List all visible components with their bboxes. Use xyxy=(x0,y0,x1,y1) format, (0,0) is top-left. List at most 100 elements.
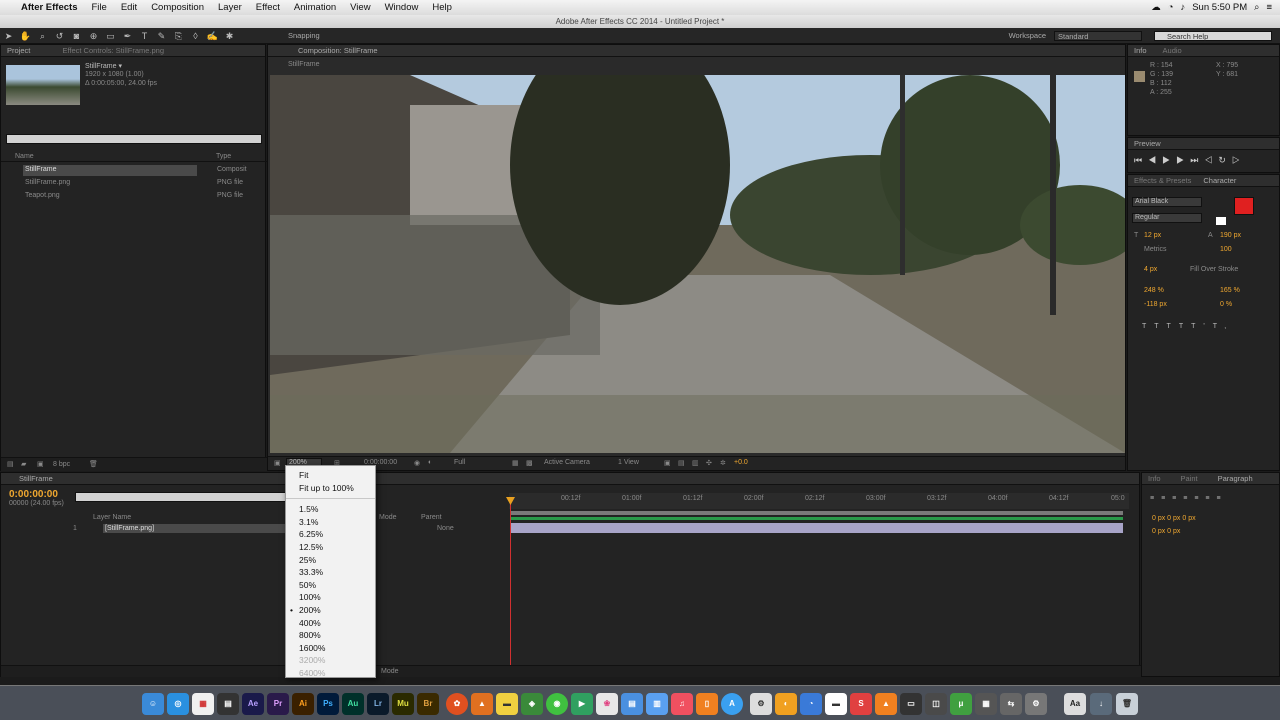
zoom-option[interactable]: 1.5% xyxy=(286,503,375,516)
status-icon[interactable]: ☁ xyxy=(1151,2,1161,13)
col-type-header[interactable]: Type xyxy=(216,153,231,160)
type-tool-icon[interactable]: T xyxy=(138,30,151,42)
ibooks-icon[interactable]: ▯ xyxy=(696,693,718,715)
vertical-scale-value[interactable]: 248 % xyxy=(1144,287,1164,294)
reset-exposure-icon[interactable]: ✲ xyxy=(720,459,726,467)
roi-icon[interactable]: ▦ xyxy=(512,459,519,467)
messages-icon[interactable]: ◉ xyxy=(546,693,568,715)
vlc-2-icon[interactable]: ▲ xyxy=(875,693,897,715)
menu-help[interactable]: Help xyxy=(425,2,459,13)
blender-icon[interactable]: ✿ xyxy=(446,693,468,715)
view-layout-select[interactable]: 1 View xyxy=(618,459,639,466)
clapper-icon[interactable]: ▤ xyxy=(217,693,239,715)
menu-window[interactable]: Window xyxy=(378,2,426,13)
chat-icon[interactable]: ▬ xyxy=(825,693,847,715)
puppet-tool-icon[interactable]: ✱ xyxy=(223,30,236,42)
col-name-header[interactable]: Name xyxy=(15,153,34,160)
snapshot-icon[interactable]: ◉ xyxy=(414,459,420,467)
project-tab[interactable]: Project xyxy=(7,46,30,55)
toggle-pixel-icon[interactable]: ▣ xyxy=(664,459,671,467)
toggle-switches-modes[interactable]: Mode xyxy=(381,668,399,675)
time-ruler[interactable]: 00:12f 01:00f 01:12f 02:00f 02:12f 03:00… xyxy=(509,493,1129,509)
ram-preview-icon[interactable]: ▷ xyxy=(1232,155,1246,165)
vlc-icon[interactable]: ▲ xyxy=(471,693,493,715)
maps-icon[interactable]: ◈ xyxy=(521,693,543,715)
work-area-bar[interactable] xyxy=(511,511,1123,515)
zoom-option-selected[interactable]: • 200% xyxy=(286,604,375,617)
network-icon[interactable]: ⇆ xyxy=(1000,693,1022,715)
preview-tab[interactable]: Preview xyxy=(1128,138,1279,150)
zoom-option[interactable]: 12.5% xyxy=(286,541,375,554)
layer-name[interactable]: [StillFrame.png] xyxy=(105,525,154,532)
info-tab-2[interactable]: Info xyxy=(1148,474,1161,483)
mask-tool-icon[interactable]: ▭ xyxy=(104,30,117,42)
stroke-width-value[interactable]: 4 px xyxy=(1144,266,1157,273)
effect-controls-tab[interactable]: Effect Controls: StillFrame.png xyxy=(62,46,164,55)
layer-duration-bar[interactable] xyxy=(511,523,1123,533)
facetime-icon[interactable]: ▶ xyxy=(571,693,593,715)
safari-icon[interactable]: ◎ xyxy=(167,693,189,715)
preview-app-icon[interactable]: ▤ xyxy=(621,693,643,715)
menu-effect[interactable]: Effect xyxy=(249,2,287,13)
indent-values[interactable]: 0 px 0 px 0 px xyxy=(1152,515,1196,522)
next-frame-icon[interactable]: ▶ xyxy=(1176,155,1190,165)
clone-tool-icon[interactable]: ⎘ xyxy=(172,30,185,42)
first-frame-icon[interactable]: ⏮ xyxy=(1134,155,1148,165)
zoom-option[interactable]: 3.1% xyxy=(286,516,375,529)
resolution-select[interactable]: Full xyxy=(454,459,465,466)
selection-tool-icon[interactable]: ➤ xyxy=(2,30,15,42)
app-store-icon[interactable]: A xyxy=(721,693,743,715)
font-size-value[interactable]: 12 px xyxy=(1144,232,1161,239)
fill-color-swatch[interactable] xyxy=(1234,197,1254,215)
snapping-label[interactable]: Snapping xyxy=(288,31,320,40)
trash-icon[interactable]: 🗑 xyxy=(1116,693,1138,715)
keynote-icon[interactable]: ▥ xyxy=(646,693,668,715)
spotlight-icon[interactable]: ⌕ xyxy=(1254,2,1259,13)
character-tab[interactable]: Character xyxy=(1203,176,1236,185)
terminal-icon[interactable]: ▭ xyxy=(900,693,922,715)
system-prefs-icon[interactable]: ⚙ xyxy=(1025,693,1047,715)
search-help-input[interactable]: Search Help xyxy=(1154,30,1272,41)
paragraph-tab[interactable]: Paragraph xyxy=(1218,474,1253,483)
audition-icon[interactable]: Au xyxy=(342,693,364,715)
timeline-search-input[interactable] xyxy=(75,492,287,502)
vectr-icon[interactable]: S xyxy=(850,693,872,715)
volume-icon[interactable]: ♪ xyxy=(1180,2,1185,13)
prev-frame-icon[interactable]: ◀ xyxy=(1148,155,1162,165)
horizontal-scale-value[interactable]: 165 % xyxy=(1220,287,1240,294)
music-icon[interactable]: ♫ xyxy=(671,693,693,715)
audio-tab[interactable]: Audio xyxy=(1163,46,1182,55)
list-item[interactable]: StillFrame xyxy=(25,166,57,173)
photos-icon[interactable]: ❀ xyxy=(596,693,618,715)
play-icon[interactable]: ▶ xyxy=(1162,155,1176,165)
premiere-icon[interactable]: Pr xyxy=(267,693,289,715)
menu-layer[interactable]: Layer xyxy=(211,2,249,13)
leading-value[interactable]: 190 px xyxy=(1220,232,1241,239)
paint-tab[interactable]: Paint xyxy=(1181,474,1198,483)
rotate-tool-icon[interactable]: ↺ xyxy=(53,30,66,42)
stroke-mode-select[interactable]: Fill Over Stroke xyxy=(1190,266,1238,273)
flowchart-icon[interactable]: ✣ xyxy=(706,459,712,467)
zoom-tool-icon[interactable]: ⌕ xyxy=(36,30,49,42)
comp-viewer[interactable] xyxy=(270,75,1125,453)
info-tab[interactable]: Info xyxy=(1134,46,1147,55)
after-effects-icon[interactable]: Ae xyxy=(242,693,264,715)
font-style-select[interactable]: Regular xyxy=(1132,213,1202,223)
notes-icon[interactable]: ▬ xyxy=(496,693,518,715)
illustrator-icon[interactable]: Ai xyxy=(292,693,314,715)
muse-icon[interactable]: Mu xyxy=(392,693,414,715)
dictionary-icon[interactable]: Aa xyxy=(1064,693,1086,715)
exposure-value[interactable]: +0.0 xyxy=(734,459,748,466)
torrent-icon[interactable]: μ xyxy=(950,693,972,715)
zoom-option[interactable]: 1600% xyxy=(286,642,375,655)
menubar-clock[interactable]: Sun 5:50 PM xyxy=(1192,2,1247,13)
loop-icon[interactable]: ↻ xyxy=(1218,155,1232,165)
downloads-icon[interactable]: ↓ xyxy=(1090,693,1112,715)
safari-2-icon[interactable]: ◔ xyxy=(800,693,822,715)
timeline-icon[interactable]: ▥ xyxy=(692,459,699,467)
transparency-grid-icon[interactable]: ▩ xyxy=(526,459,533,467)
notification-icon[interactable]: ≡ xyxy=(1266,2,1272,13)
effects-presets-tab[interactable]: Effects & Presets xyxy=(1134,176,1191,185)
audio-icon[interactable]: ◁ xyxy=(1204,155,1218,165)
timeline-tab[interactable]: StillFrame xyxy=(1,473,1139,485)
